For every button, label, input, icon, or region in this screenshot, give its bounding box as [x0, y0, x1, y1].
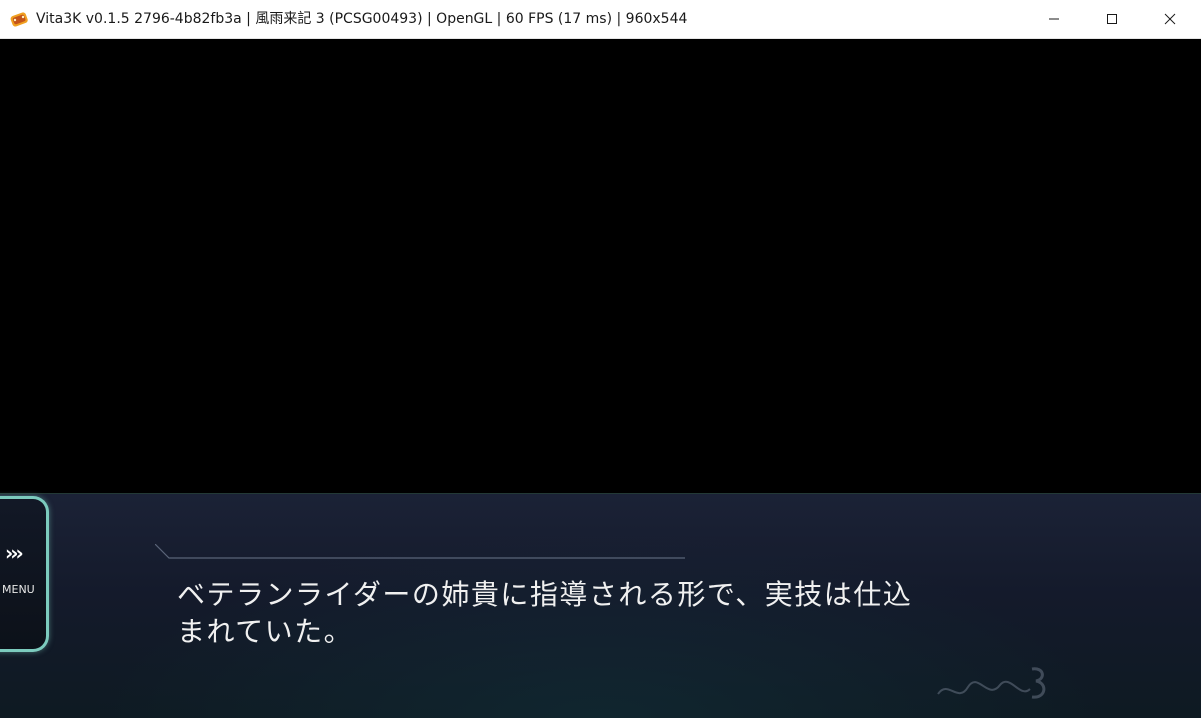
menu-label[interactable]: MENU [2, 583, 35, 596]
minimize-icon [1049, 18, 1059, 20]
dialogue-decoration-line [155, 544, 685, 559]
dialogue-line-1: ベテランライダーの姉貴に指導される形で、実技は仕込 [177, 578, 913, 611]
close-icon [1164, 13, 1176, 25]
vita3k-app-icon [10, 10, 28, 28]
window-titlebar[interactable]: Vita3K v0.1.5 2796-4b82fb3a | 風雨来記 3 (PC… [0, 0, 1201, 39]
menu-button[interactable] [0, 496, 49, 652]
game-viewport[interactable]: ベテランライダーの姉貴に指導される形で、実技は仕込 まれていた。 ››› MEN… [0, 39, 1201, 718]
close-button[interactable] [1141, 0, 1199, 38]
game-logo [937, 667, 1046, 699]
menu-arrows-icon[interactable]: ››› [5, 541, 24, 565]
dialogue-line-2: まれていた。 [177, 615, 354, 648]
dialogue-text[interactable]: ベテランライダーの姉貴に指導される形で、実技は仕込 まれていた。 [177, 576, 1057, 650]
minimize-button[interactable] [1025, 0, 1083, 38]
maximize-icon [1107, 14, 1117, 24]
maximize-button[interactable] [1083, 0, 1141, 38]
window-title: Vita3K v0.1.5 2796-4b82fb3a | 風雨来記 3 (PC… [36, 11, 688, 27]
